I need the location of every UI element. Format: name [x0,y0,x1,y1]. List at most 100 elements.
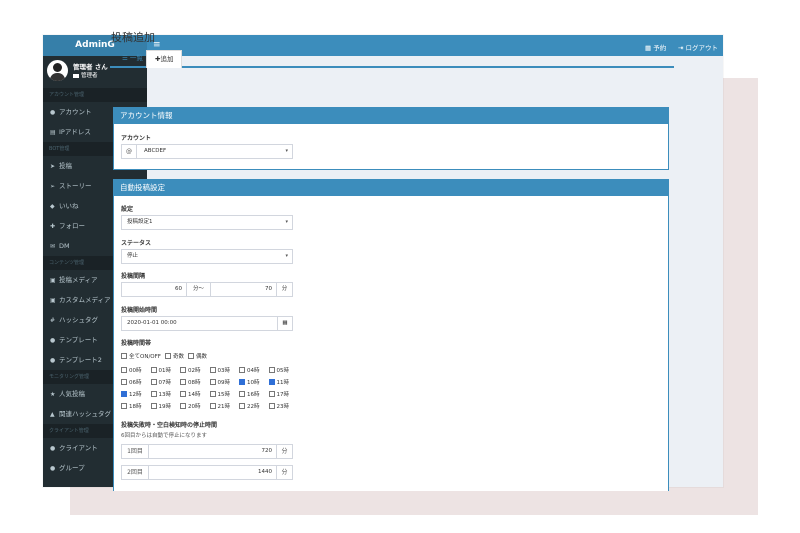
interval-max-input[interactable]: 70 [211,282,277,297]
checkbox-label: 08時 [188,380,201,386]
sidebar-item-label: ハッシュタグ [59,316,98,324]
status-select[interactable]: 停止 ▾ [121,249,293,264]
hour-checkbox[interactable]: 20時 [180,402,201,410]
checkbox-label: 19時 [158,404,172,410]
hour-checkbox[interactable]: 11時 [268,378,289,386]
hour-checkbox[interactable]: 22時 [239,402,260,410]
account-panel-title: アカウント情報 [114,108,668,124]
hour-checkbox[interactable]: 10時 [239,378,260,386]
auto-post-panel-title: 自動投稿設定 [114,180,668,196]
hour-checkbox[interactable]: 06時 [121,378,142,386]
interval-min-input[interactable]: 60 [121,282,187,297]
checkbox-label: 奇数 [172,354,184,360]
at-prefix: @ [122,145,137,158]
checkbox[interactable] [121,367,127,373]
checkbox[interactable] [239,403,245,409]
sidebar-item-label: アカウント [59,108,92,116]
checkbox[interactable] [239,379,245,385]
checkbox[interactable] [180,403,186,409]
start-time-input[interactable]: 2020-01-01 00:00 ▦ [121,316,293,331]
checkbox[interactable] [121,403,127,409]
checkbox[interactable] [209,367,216,373]
checkbox[interactable] [150,379,157,385]
checkbox[interactable] [164,353,171,359]
checkbox-label: 03時 [217,368,231,374]
user-icon: ● [50,445,56,452]
hour-checkbox[interactable]: 16時 [239,390,260,398]
hour-checkbox[interactable]: 23時 [268,402,290,410]
hour-checkbox[interactable]: 04時 [239,366,260,374]
hours-toggle[interactable]: 全てON/OFF [121,353,165,360]
checkbox[interactable] [239,391,245,397]
comment-icon: ● [50,357,56,364]
checkbox[interactable] [121,379,127,385]
fail-stop-input[interactable]: 720 [149,445,276,458]
checkbox[interactable] [209,391,216,397]
checkbox-label: 17時 [276,392,290,398]
account-select[interactable]: @ ABCDEF ▾ [121,144,293,159]
checkbox[interactable] [150,403,157,409]
logout-link[interactable]: ⇥ ログアウト [678,42,718,52]
hour-checkbox[interactable]: 02時 [180,366,201,374]
hour-checkbox[interactable]: 19時 [150,402,172,410]
checkbox-label: 18時 [129,404,142,410]
hour-checkbox[interactable]: 13時 [150,390,172,398]
checkbox-label: 16時 [247,392,260,398]
account-label: アカウント [121,135,152,142]
hour-checkbox[interactable]: 17時 [268,390,290,398]
hour-checkbox[interactable]: 03時 [209,366,231,374]
calendar-icon[interactable]: ▦ [277,317,292,330]
send-outline-icon: ➢ [50,183,56,190]
sidebar-item-label: 投稿メディア [59,276,98,284]
checkbox[interactable] [209,379,216,385]
checkbox-label: 00時 [129,368,142,374]
hour-checkbox[interactable]: 07時 [150,378,171,386]
checkbox[interactable] [150,391,157,397]
checkbox[interactable] [180,391,186,397]
sidebar-item-label: 投稿 [59,162,72,170]
checkbox[interactable] [268,391,275,397]
checkbox[interactable] [121,391,127,397]
checkbox[interactable] [268,379,275,385]
hour-checkbox[interactable]: 14時 [180,390,201,398]
thumbs-up-icon: ◆ [50,203,55,210]
hours-toggle[interactable]: 偶数 [187,353,211,360]
checkbox[interactable] [180,367,186,373]
hour-checkbox[interactable]: 15時 [209,390,230,398]
checkbox-label: 21時 [217,404,231,410]
hour-checkbox[interactable]: 09時 [209,378,230,386]
send-icon: ➤ [50,163,56,170]
hour-checkbox[interactable]: 12時 [121,390,142,398]
caret-down-icon: ▾ [285,219,288,225]
hour-checkbox[interactable]: 00時 [121,366,142,374]
hour-checkbox[interactable]: 18時 [121,402,142,410]
checkbox-label: 全てON/OFF [129,354,161,360]
checkbox[interactable] [268,367,275,373]
fail-stop-label: 投稿失敗時・空白検知時の停止時間 [121,422,218,429]
checkbox[interactable] [239,367,245,373]
sidebar-item-label: クライアント [59,444,98,452]
hour-checkbox[interactable]: 05時 [268,366,289,374]
checkbox-label: 23時 [276,404,290,410]
checkbox[interactable] [268,403,275,409]
hour-checkbox[interactable]: 01時 [150,366,171,374]
hours-toggle[interactable]: 奇数 [164,353,188,360]
fail-stop-input-group: 1回目 720 分 [121,444,293,459]
checkbox-label: 13時 [158,392,172,398]
sidebar-item-label: 人気投稿 [59,390,85,398]
checkbox[interactable] [150,367,157,373]
setting-select[interactable]: 投稿設定1 ▾ [121,215,293,230]
image-icon: ▣ [50,277,56,284]
checkbox[interactable] [209,403,216,409]
checkbox[interactable] [187,353,194,359]
hour-checkbox[interactable]: 21時 [209,402,231,410]
list-icon: ☰ [122,54,128,62]
fail-stop-input[interactable]: 1440 [149,466,276,479]
checkbox[interactable] [180,379,186,385]
checkbox[interactable] [121,353,127,359]
hour-checkbox[interactable]: 08時 [180,378,201,386]
list-icon: ▤ [50,129,56,136]
interval-separator: 分〜 [187,282,211,297]
setting-value: 投稿設定1 [127,219,153,225]
tab-add[interactable]: ✚追加 [146,50,183,68]
